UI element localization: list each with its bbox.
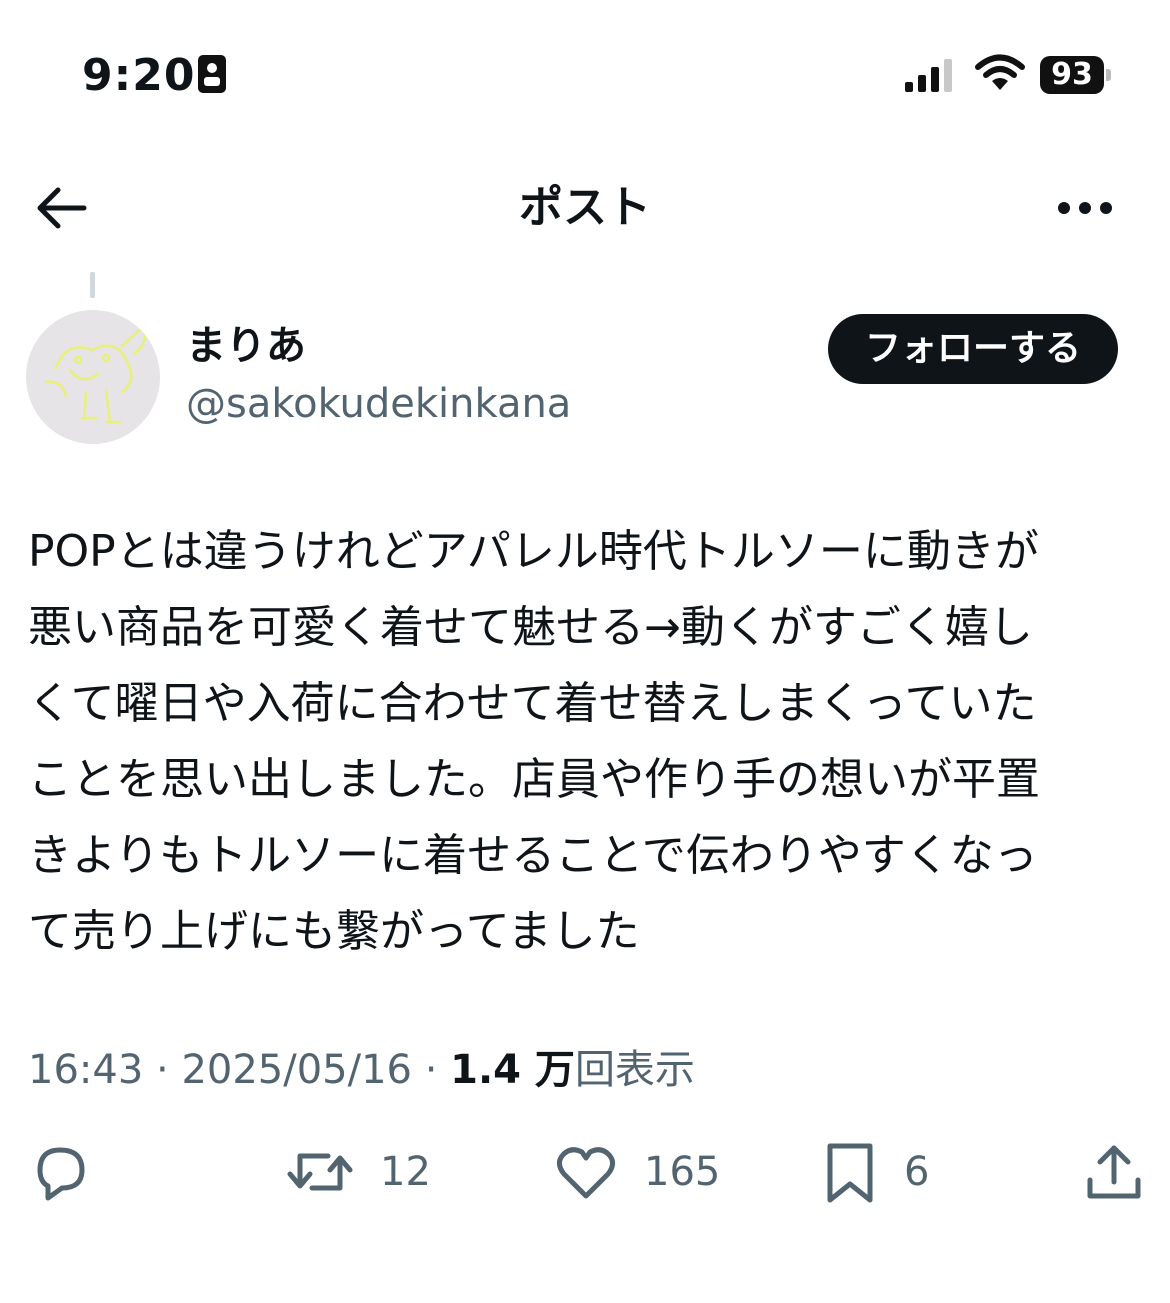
thread-connector-line <box>90 272 95 298</box>
wifi-icon <box>975 54 1025 94</box>
repost-button[interactable]: 12 <box>286 1140 431 1204</box>
author-display-name[interactable]: まりあ <box>186 318 306 374</box>
battery-level: 93 <box>1040 56 1104 94</box>
bookmark-count: 6 <box>904 1149 930 1195</box>
heart-icon <box>556 1147 616 1199</box>
more-icon <box>1058 202 1112 214</box>
views-count[interactable]: 1.4 万 <box>450 1047 575 1093</box>
orientation-lock-icon <box>197 54 227 94</box>
reply-icon <box>37 1147 85 1201</box>
follow-button[interactable]: フォローする <box>828 314 1118 384</box>
post-time: 16:43 <box>28 1047 144 1093</box>
more-options-button[interactable] <box>1052 188 1118 228</box>
reply-button[interactable] <box>26 1140 90 1204</box>
repost-icon <box>287 1153 353 1191</box>
page-title: ポスト <box>519 182 651 233</box>
bookmark-icon <box>827 1143 873 1203</box>
post-date: 2025/05/16 <box>181 1047 412 1093</box>
battery-tip <box>1106 69 1111 81</box>
views-label[interactable]: 回表示 <box>575 1047 695 1093</box>
post-meta: 16:43 · 2025/05/16 · 1.4 万回表示 <box>28 1042 695 1098</box>
post-text: POPとは違うけれどアパレル時代トルソーに動きが 悪い商品を可愛く着せて魅せる→… <box>28 526 1040 957</box>
share-button[interactable] <box>1082 1140 1146 1204</box>
cellular-signal-icon <box>905 58 955 92</box>
meta-separator: · <box>411 1047 451 1093</box>
avatar-doodle-image <box>44 323 147 424</box>
like-button[interactable]: 165 <box>554 1140 720 1204</box>
avatar[interactable] <box>26 310 160 444</box>
author-username[interactable]: @sakokudekinkana <box>186 376 571 432</box>
share-icon <box>1087 1145 1141 1199</box>
status-time: 9:20 <box>82 50 196 101</box>
battery-indicator: 93 <box>1040 56 1111 94</box>
bookmark-button[interactable]: 6 <box>822 1140 929 1204</box>
like-count: 165 <box>644 1149 721 1195</box>
repost-count: 12 <box>380 1149 431 1195</box>
meta-separator: · <box>143 1047 182 1093</box>
